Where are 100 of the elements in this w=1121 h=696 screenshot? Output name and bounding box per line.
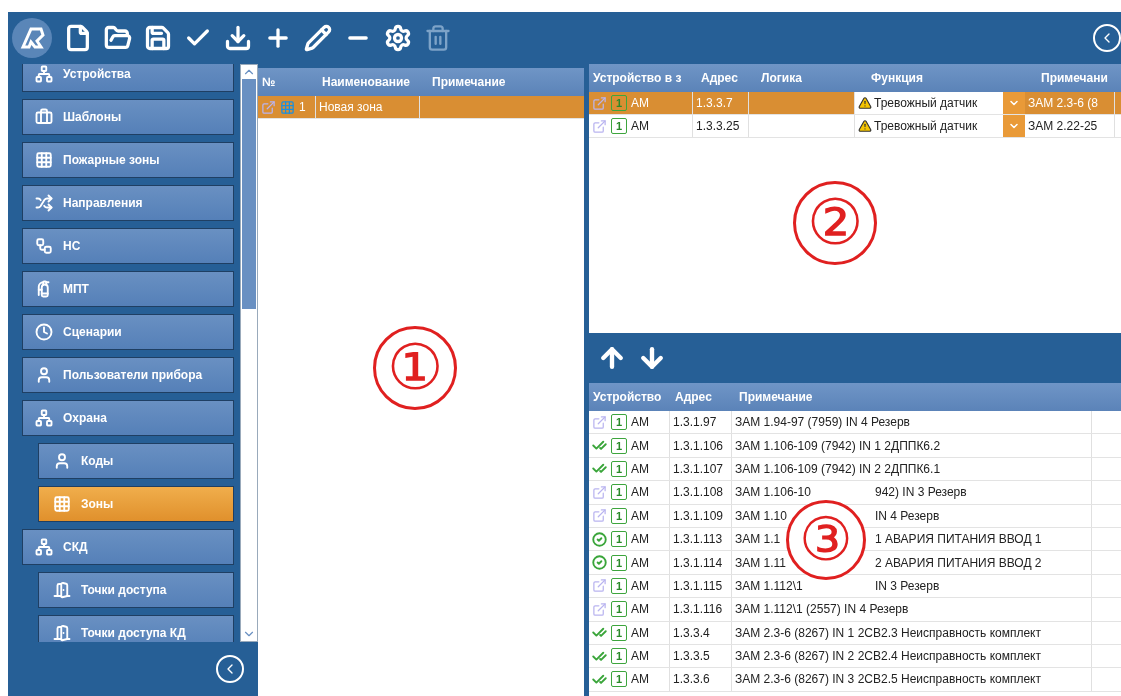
number-badge: 1: [611, 507, 627, 524]
download-icon[interactable]: [224, 24, 252, 52]
sidebar-item-label: Точки доступа: [81, 583, 167, 597]
table-row[interactable]: 1 АМ 1.3.3.6 ЗАМ 2.3-6 (8267) IN 3 2СВ2.5 Неисправность комплект: [589, 668, 1121, 692]
sidebar-item-label: Сценарии: [63, 325, 122, 339]
number-badge: 1: [611, 95, 627, 111]
table-cell: ЗАМ 2.3-6 (8: [1028, 96, 1098, 110]
sidebar-item-label: СКД: [63, 540, 88, 554]
sidebar-item[interactable]: Коды: [38, 443, 235, 479]
table-cell-text: 1 АВАРИЯ ПИТАНИЯ ВВОД 1: [875, 532, 1043, 547]
table-cell: АМ: [631, 508, 649, 523]
table-cell: 1.3.3.4: [673, 625, 710, 640]
column-header[interactable]: Адрес: [697, 71, 757, 85]
function-select[interactable]: Тревожный датчик: [855, 92, 1003, 114]
table-cell: 1.3.1.115: [673, 578, 723, 593]
settings-icon[interactable]: [384, 24, 412, 52]
trash-icon[interactable]: [424, 24, 452, 52]
sidebar-item-icon: [35, 237, 53, 255]
table-row[interactable]: 1 АМ 1.3.1.107 ЗАМ 1.106-109 (7942) IN 2 2ДППК6.1: [589, 457, 1121, 482]
save-icon[interactable]: [144, 24, 172, 52]
sidebar-item[interactable]: Шаблоны: [22, 99, 235, 135]
sidebar-item[interactable]: МПТ: [22, 271, 235, 307]
sidebar-item[interactable]: Пожарные зоны: [22, 142, 235, 178]
sidebar-item-label: Охрана: [63, 411, 107, 425]
sidebar-item-label: Направления: [63, 196, 143, 210]
sidebar-item[interactable]: СКД: [22, 529, 235, 565]
table-cell: АМ: [631, 438, 649, 453]
table-row[interactable]: 1 АМ 1.3.3.4 ЗАМ 2.3-6 (8267) IN 1 2СВ2.3 Неисправность комплект: [589, 621, 1121, 645]
table-cell: Новая зона: [319, 100, 383, 114]
column-header[interactable]: №: [258, 75, 318, 89]
sidebar-item-icon: [35, 409, 53, 427]
pencil-icon[interactable]: [304, 24, 332, 52]
number-badge: 1: [611, 118, 627, 134]
sidebar-item-icon: [53, 495, 71, 513]
table-cell: 1.3.1.97: [673, 415, 717, 430]
table-cell: ЗАМ 2.3-6 (8267) IN 1 2СВ2.3 Неисправность комплект: [735, 625, 1041, 640]
table-cell: 1.3.1.106: [673, 438, 724, 453]
link-icon: [261, 99, 276, 115]
column-header[interactable]: Устройство в з: [589, 71, 697, 85]
sidebar-item[interactable]: Охрана: [22, 400, 235, 436]
table-row[interactable]: 1 АМ 1.3.1.97 ЗАМ 1.94-97 (7959) IN 4 Резерв: [589, 411, 1121, 435]
grid-icon: [280, 99, 295, 115]
table-row[interactable]: 1 АМ 1.3.1.116 ЗАМ 1.112\1 (2557) IN 4 Резерв: [589, 598, 1121, 622]
sidebar-item-icon: [53, 452, 71, 470]
table-cell: АМ: [631, 649, 649, 664]
sidebar-item[interactable]: Пользователи прибора: [22, 357, 235, 393]
table-row[interactable]: 1 АМ 1.3.3.25 Тревожный датчик ЗАМ 2.22-25: [589, 115, 1121, 138]
table-cell: 1.3.3.5: [673, 649, 710, 664]
sidebar-item-label: Пожарные зоны: [63, 153, 160, 167]
table-cell: АМ: [631, 672, 649, 687]
sidebar-item-label: Пользователи прибора: [63, 368, 203, 382]
table-cell: ЗАМ 1.106-109 (7942) IN 1 2ДППК6.2: [735, 438, 941, 453]
number-badge: 1: [611, 460, 627, 477]
link-icon: [592, 95, 607, 111]
table-row[interactable]: 1 АМ 1.3.3.7 Тревожный датчик ЗАМ 2.3-6 (8: [589, 92, 1121, 115]
sidebar-item[interactable]: Зоны: [38, 486, 235, 522]
sidebar-item-icon: [35, 151, 53, 169]
sidebar-item-icon: [35, 323, 53, 341]
scrollbar[interactable]: [240, 64, 258, 642]
table-cell: 1.3.1.108: [673, 485, 724, 500]
table-row[interactable]: 1 АМ 1.3.1.106 ЗАМ 1.106-109 (7942) IN 1 2ДППК6.2: [589, 434, 1121, 458]
column-header[interactable]: Логика: [757, 71, 867, 85]
table-cell-text: IN 4 Резерв: [875, 508, 941, 523]
sidebar-item[interactable]: Направления: [22, 185, 235, 221]
column-header[interactable]: Примечание: [428, 75, 552, 89]
column-header[interactable]: Наименование: [318, 75, 428, 89]
number-badge: 1: [611, 437, 627, 454]
collapse-button[interactable]: [1093, 24, 1121, 52]
folder-icon[interactable]: [104, 24, 132, 52]
number-badge: 1: [611, 671, 627, 688]
circled-number: ②: [793, 181, 877, 265]
sidebar-item[interactable]: Точки доступа КД: [38, 615, 235, 642]
sidebar-item-icon: [35, 65, 53, 83]
table-row[interactable]: 1 АМ 1.3.3.5 ЗАМ 2.3-6 (8267) IN 2 2СВ2.4 Неисправность комплект: [589, 644, 1121, 669]
sidebar-item-icon: [35, 194, 53, 212]
number-badge: 1: [611, 414, 627, 431]
table-cell-text: ЗАМ 1.1: [735, 532, 782, 547]
sidebar-item[interactable]: Точки доступа: [38, 572, 235, 608]
table-cell: 1.3.1.116: [673, 602, 723, 617]
column-header[interactable]: Устройство: [589, 390, 671, 404]
number-badge: 1: [611, 484, 627, 501]
column-header[interactable]: Функция: [867, 71, 1037, 85]
column-header[interactable]: Адрес: [671, 390, 735, 404]
column-header[interactable]: Примечание: [735, 390, 859, 404]
table-cell: АМ: [631, 602, 649, 617]
table-cell: ЗАМ 2.3-6 (8267) IN 3 2СВ2.5 Неисправность комплект: [735, 672, 1041, 687]
warning-icon: [858, 96, 872, 110]
column-header[interactable]: Примечани: [1037, 71, 1121, 85]
sidebar-item[interactable]: НС: [22, 228, 235, 264]
table-row[interactable]: 1 АМ 1.3.1.115 ЗАМ 1.112\1 IN 3 Резерв: [589, 574, 1121, 599]
sidebar-item[interactable]: Сценарии: [22, 314, 235, 350]
sidebar-item-label: Коды: [81, 454, 114, 468]
sidebar-item-label: Точки доступа КД: [81, 626, 186, 640]
table-cell: 1.3.1.113: [673, 532, 723, 547]
new-file-icon[interactable]: [64, 24, 92, 52]
table-row[interactable]: 1 АМ 1.3.1.108 ЗАМ 1.106-10 942) IN 3 Резерв: [589, 481, 1121, 505]
sidebar-item[interactable]: Устройства: [22, 64, 235, 92]
table-row[interactable]: 1 Новая зона: [258, 96, 584, 119]
number-badge: 1: [611, 648, 627, 665]
collapse-button[interactable]: [216, 655, 244, 683]
